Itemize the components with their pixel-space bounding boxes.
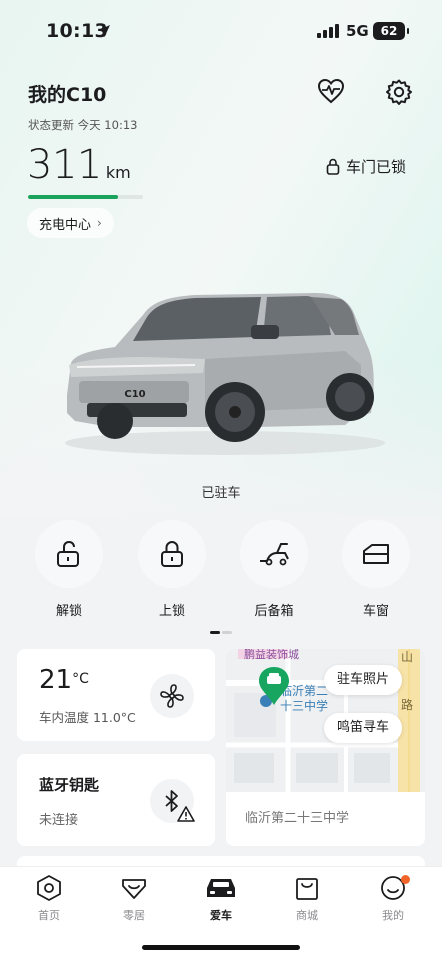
window-button[interactable] — [342, 520, 410, 588]
door-lock-status[interactable]: 车门已锁 — [326, 156, 406, 177]
padlock-icon — [326, 158, 340, 175]
fan-button[interactable] — [150, 674, 194, 718]
trunk-action[interactable]: 后备箱 — [239, 520, 309, 619]
map-road-char-1: 山 — [401, 650, 413, 664]
tab-home-label: 首页 — [38, 909, 60, 922]
range-bar-fill — [28, 195, 118, 199]
lock-button[interactable] — [138, 520, 206, 588]
battery-indicator: 62 — [373, 22, 409, 40]
bluetooth-key-status: 未连接 — [39, 813, 79, 828]
parking-map-card[interactable]: 鹏益装饰城 临沂第二 十三中学 山 路 驻车照片 鸣笛寻车 临沂第二十三中学 — [226, 649, 425, 846]
parking-photo-button[interactable]: 驻车照片 — [324, 665, 403, 695]
tab-home[interactable]: 首页 — [19, 873, 79, 923]
trunk-icon — [260, 543, 289, 566]
page-dot — [222, 631, 232, 634]
unlock-icon — [57, 540, 79, 567]
hexagon-home-icon — [37, 875, 61, 901]
climate-temp-value: 21 — [39, 665, 73, 695]
unlock-action[interactable]: 解锁 — [34, 520, 104, 619]
tab-lingju[interactable]: 零居 — [104, 873, 164, 923]
status-bar: 10:13 5G 62 — [0, 0, 442, 60]
range-display: 311 km — [27, 142, 131, 188]
window-label: 车窗 — [362, 604, 389, 619]
range-bar — [28, 195, 143, 199]
heart-rate-icon[interactable] — [317, 78, 345, 104]
climate-temp-unit: °C — [72, 671, 89, 687]
bluetooth-key-card[interactable]: 蓝牙钥匙 未连接 — [17, 754, 215, 846]
trunk-button[interactable] — [240, 520, 308, 588]
parking-location-label: 临沂第二十三中学 — [226, 792, 425, 846]
unlock-label: 解锁 — [55, 604, 82, 619]
page-dot-active — [210, 631, 220, 634]
lock-action[interactable]: 上锁 — [137, 520, 207, 619]
tab-mall-label: 商城 — [296, 909, 318, 922]
notification-dot — [401, 875, 410, 884]
tab-car[interactable]: 爱车 — [191, 873, 251, 923]
charge-center-button[interactable]: 充电中心 › — [27, 208, 114, 238]
map-poi-top: 鹏益装饰城 — [244, 649, 299, 661]
car-name: 我的C10 — [28, 84, 107, 106]
lock-icon — [161, 540, 183, 567]
map-school-label-2: 十三中学 — [280, 698, 328, 713]
unlock-button[interactable] — [35, 520, 103, 588]
window-action[interactable]: 车窗 — [341, 520, 411, 619]
status-update-time: 状态更新 今天 10:13 — [28, 118, 138, 132]
car-image: C10 — [65, 293, 385, 455]
charge-center-label: 充电中心 — [39, 217, 92, 233]
settings-gear-icon[interactable] — [385, 78, 413, 106]
lock-label: 上锁 — [158, 604, 185, 619]
park-status: 已驻车 — [201, 486, 241, 501]
tab-car-label: 爱车 — [210, 909, 232, 922]
location-arrow-icon — [98, 25, 110, 37]
tab-lingju-label: 零居 — [123, 909, 145, 922]
tab-profile-label: 我的 — [382, 909, 404, 922]
door-lock-label: 车门已锁 — [346, 158, 407, 176]
range-unit: km — [105, 163, 131, 182]
home-indicator — [142, 945, 300, 950]
map-road-char-2: 路 — [401, 697, 413, 712]
trunk-label: 后备箱 — [254, 604, 294, 619]
next-card-edge — [17, 856, 425, 866]
heart-shield-icon — [122, 879, 146, 899]
car-icon — [207, 879, 235, 897]
bluetooth-key-title: 蓝牙钥匙 — [39, 776, 100, 794]
page-indicator — [210, 631, 232, 634]
car-model-badge: C10 — [124, 389, 145, 400]
climate-card[interactable]: 21°C 车内温度 11.0°C — [17, 649, 215, 741]
cabin-temperature: 车内温度 11.0°C — [39, 710, 136, 725]
fan-icon — [160, 684, 184, 708]
tab-profile[interactable]: 我的 — [363, 873, 423, 923]
shopping-bag-icon — [296, 878, 318, 900]
window-icon — [363, 544, 389, 564]
climate-temperature: 21°C — [39, 665, 89, 695]
horn-find-car-button[interactable]: 鸣笛寻车 — [324, 713, 403, 743]
network-type: 5G — [346, 22, 369, 40]
warning-icon — [177, 806, 195, 822]
chevron-right-icon: › — [97, 216, 102, 230]
range-value: 311 — [27, 142, 102, 188]
tab-mall[interactable]: 商城 — [277, 873, 337, 923]
signal-icon — [317, 24, 339, 38]
